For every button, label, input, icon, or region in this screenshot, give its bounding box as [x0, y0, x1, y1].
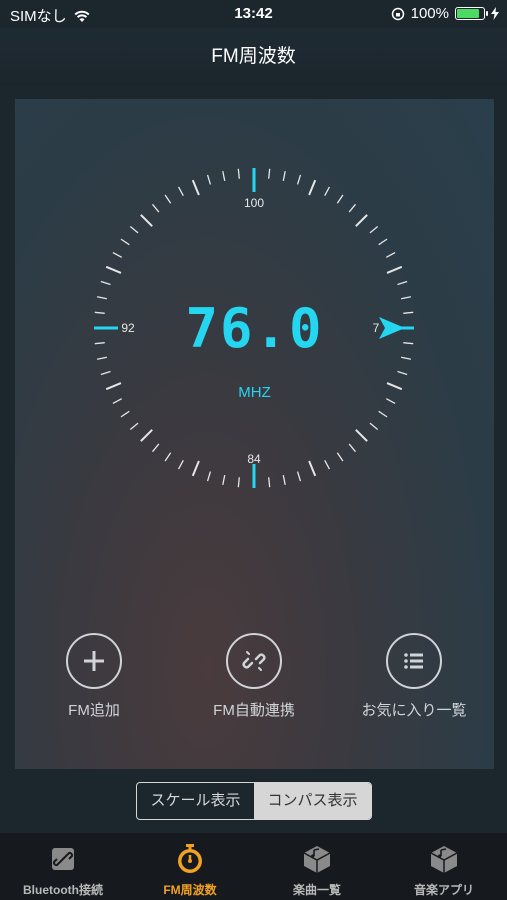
fm-auto-link-button[interactable]: FM自動連携 [189, 633, 319, 720]
dial-tick [324, 186, 330, 197]
dial-tick [140, 214, 153, 227]
favorites-list-label: お気に入り一覧 [361, 702, 467, 719]
tuner-panel: 100 92 84 7 76.0 MHZ FM追加 FM自動連携 お気に入り一覧 [15, 99, 494, 769]
nav-bar: FM周波数 [0, 28, 507, 86]
link-icon [226, 633, 282, 689]
dial-tick [336, 194, 344, 204]
page-title: FM周波数 [211, 46, 296, 67]
status-bar: SIMなし 13:42 100% [0, 0, 507, 28]
dial-tick [129, 422, 139, 431]
dial-tick [178, 186, 184, 197]
dial-tick [386, 265, 403, 274]
dial-tick [397, 280, 408, 286]
favorites-list-button[interactable]: お気に入り一覧 [349, 633, 479, 720]
tab-bar: Bluetooth接続 FM周波数 楽曲一覧 音楽アプリ [0, 833, 507, 900]
dial-tick [369, 225, 379, 234]
dial-tick [385, 252, 396, 258]
tab-song-list-label: 楽曲一覧 [292, 883, 341, 897]
dial-tick [336, 452, 344, 462]
frequency-readout: 76.0 [185, 297, 324, 360]
plus-icon [66, 633, 122, 689]
frequency-unit: MHZ [238, 384, 271, 401]
dial-tick [268, 477, 271, 488]
dial-tick [296, 471, 302, 482]
battery-percent: 100% [410, 5, 449, 22]
display-mode-toggle: スケール表示 コンパス表示 [136, 782, 372, 820]
dial-tick [129, 225, 139, 234]
fm-add-label: FM追加 [68, 702, 120, 719]
tab-fm-frequency-label: FM周波数 [163, 883, 217, 897]
dial-tick [151, 443, 160, 453]
dial-tick [308, 179, 317, 196]
list-icon [386, 633, 442, 689]
music-box-icon [381, 843, 507, 875]
dial-tick [105, 265, 122, 274]
dial-tick [355, 214, 368, 227]
dial-tick [348, 203, 357, 213]
dial-tick [324, 459, 330, 470]
stopwatch-icon [127, 843, 253, 875]
dial-tick [178, 459, 184, 470]
dial-tick [100, 280, 111, 286]
dial-tick [120, 238, 130, 246]
scale-view-option[interactable]: スケール表示 [137, 783, 254, 819]
charging-icon [491, 7, 499, 20]
dial-tick [282, 474, 286, 486]
music-box-icon [254, 843, 380, 875]
compass-view-option[interactable]: コンパス表示 [254, 783, 371, 819]
dial-tick [206, 471, 212, 482]
dial-tick [268, 168, 271, 179]
tab-music-apps-label: 音楽アプリ [413, 883, 474, 897]
dial-tick [348, 443, 357, 453]
dial-tick [308, 460, 317, 477]
tab-bluetooth-label: Bluetooth接続 [23, 883, 103, 897]
fm-auto-link-label: FM自動連携 [213, 702, 295, 719]
dial-tick [191, 460, 200, 477]
dial-tick [282, 170, 286, 182]
tab-fm-frequency[interactable]: FM周波数 [127, 843, 253, 898]
dial-tick [140, 429, 153, 442]
dial-tick [164, 452, 172, 462]
dial-tick [237, 477, 240, 488]
dial-tick [206, 174, 212, 185]
dial-label-top: 100 [244, 196, 264, 210]
dial-tick [397, 370, 408, 376]
tab-bluetooth[interactable]: Bluetooth接続 [0, 843, 126, 898]
orientation-lock-icon [391, 7, 404, 20]
dial-tick [378, 238, 388, 246]
dial-tick [378, 410, 388, 418]
dial-tick [191, 179, 200, 196]
dial-tick [237, 168, 240, 179]
bluetooth-link-icon [0, 843, 126, 875]
battery-icon [455, 7, 488, 20]
dial-tick [222, 474, 226, 486]
fm-add-button[interactable]: FM追加 [29, 633, 159, 720]
tab-music-apps[interactable]: 音楽アプリ [381, 843, 507, 898]
dial-tick [100, 370, 111, 376]
dial-tick [369, 422, 379, 431]
dial-tick [151, 203, 160, 213]
dial-tick [296, 174, 302, 185]
dial-tick [355, 429, 368, 442]
dial-label-bottom: 84 [247, 452, 261, 466]
dial-tick [112, 252, 123, 258]
dial-tick [120, 410, 130, 418]
dial-tick [164, 194, 172, 204]
tab-song-list[interactable]: 楽曲一覧 [254, 843, 380, 898]
dial-tick [222, 170, 226, 182]
